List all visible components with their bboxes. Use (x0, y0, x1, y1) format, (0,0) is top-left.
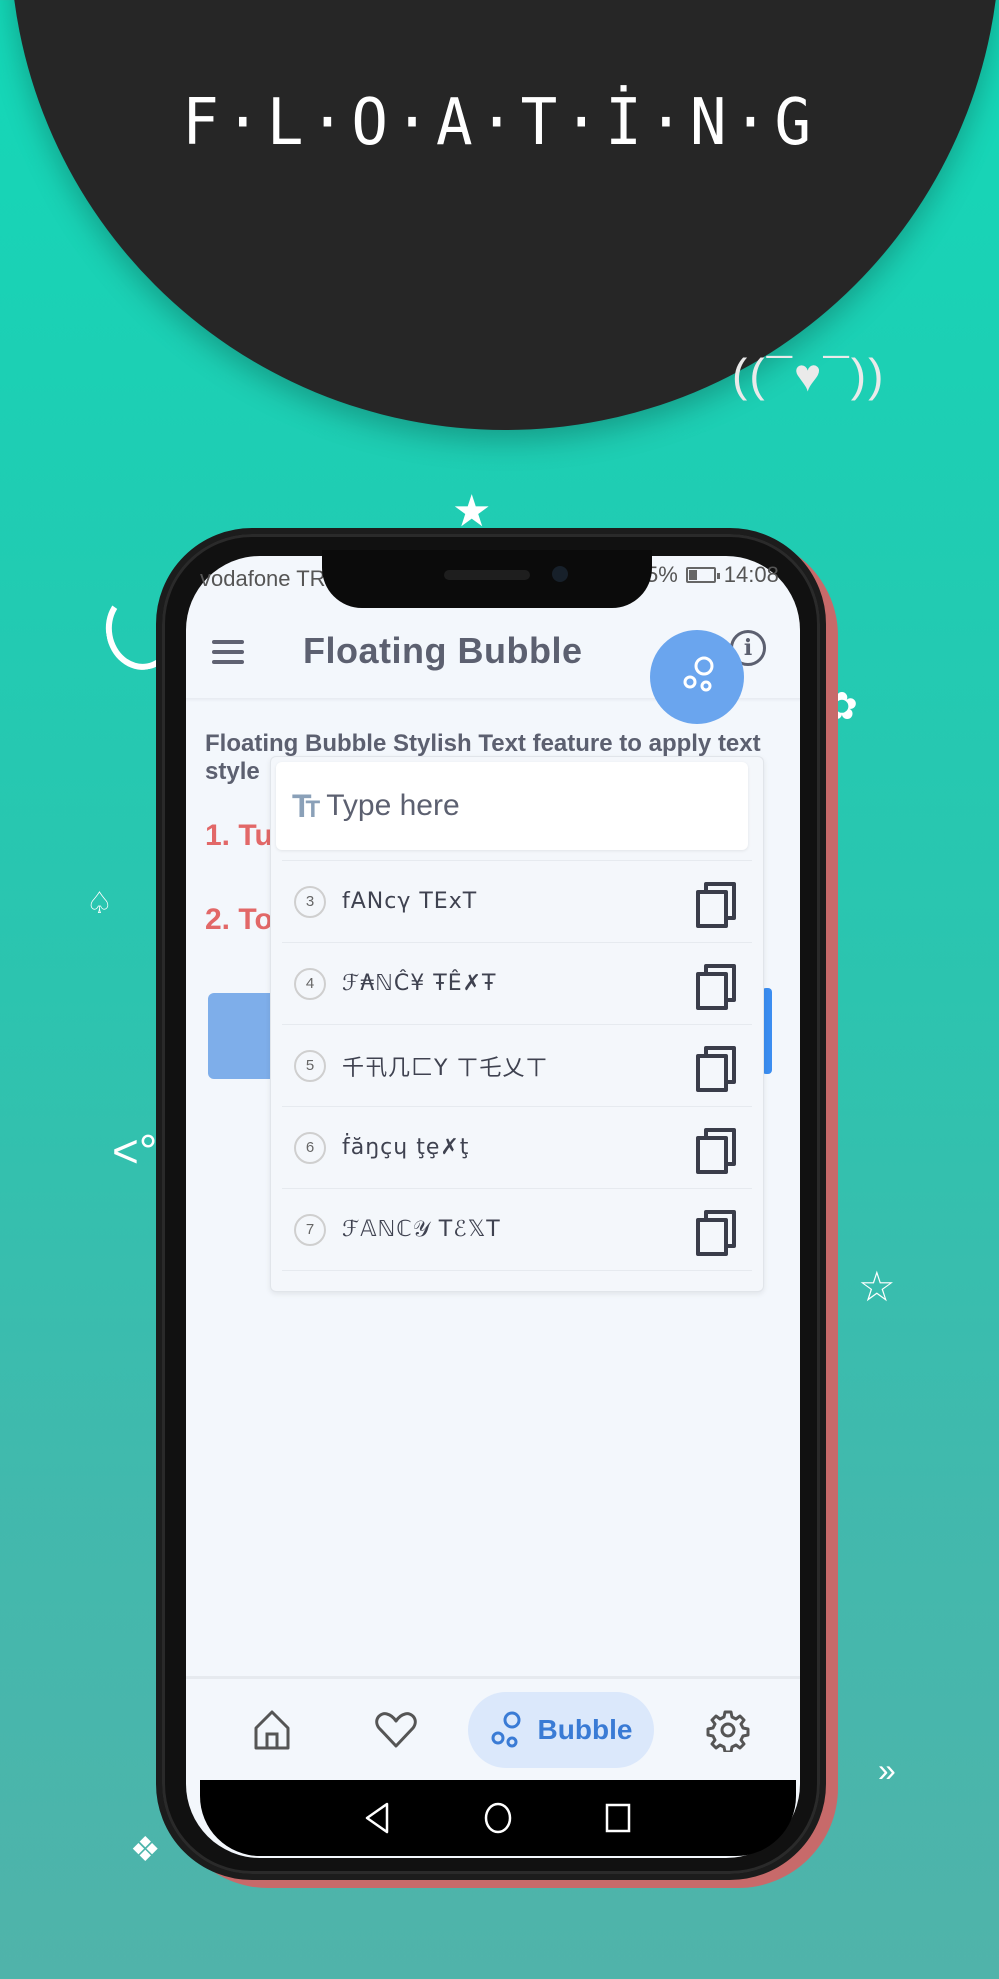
style-preview: fANcγ TExT (342, 889, 478, 914)
nav-settings[interactable] (698, 1692, 758, 1768)
style-row[interactable]: 3 fANcγ TExT (282, 860, 752, 942)
outline-star-icon: ☆ (858, 1263, 896, 1310)
style-preview: 千卂几匚Y ㄒ乇乂ㄒ (342, 1055, 549, 1081)
hero-title: F·L·O·A·T·İ·N·G (182, 86, 817, 160)
nav-favorites[interactable] (366, 1692, 426, 1768)
style-number: 6 (294, 1131, 326, 1164)
less-than-decoration: <° (112, 1125, 158, 1177)
nav-home[interactable] (242, 1692, 302, 1768)
style-preview: ḟăŋçɥ ţȩ✗ţ (342, 1135, 470, 1160)
nav-bubble[interactable]: Bubble (468, 1692, 654, 1768)
home-icon (254, 1710, 290, 1750)
style-number: 7 (294, 1213, 326, 1246)
style-row[interactable]: 5 千卂几匚Y ㄒ乇乂ㄒ (282, 1024, 752, 1106)
front-camera (552, 566, 568, 582)
style-preview: ℱ𝔸ℕℂ𝒴 Tℰ𝕏T (342, 1217, 501, 1242)
input-placeholder: Type here (326, 789, 460, 822)
status-right: 5% 14:08 (646, 562, 779, 588)
speaker-grille (444, 570, 530, 580)
style-row[interactable]: 4 ℱ₳ℕĈ¥ ŦÊ✗Ŧ (282, 942, 752, 1024)
hamburger-menu-icon[interactable] (212, 640, 244, 664)
clock: 14:08 (723, 562, 779, 587)
style-row[interactable]: 6 ḟăŋçɥ ţȩ✗ţ (282, 1106, 752, 1188)
home-circle-icon[interactable] (483, 1801, 513, 1835)
back-icon[interactable] (363, 1801, 393, 1835)
copy-icon[interactable] (696, 963, 736, 1010)
bottom-navigation: Bubble (186, 1680, 800, 1780)
copy-icon[interactable] (696, 1209, 736, 1256)
spade-icon: ♤ (86, 887, 113, 920)
recents-icon[interactable] (603, 1801, 633, 1835)
bottom-nav-divider (186, 1676, 800, 1679)
bubbles-icon (683, 656, 714, 692)
kaomoji-decoration: ((¯♥¯)) (732, 349, 886, 401)
copy-icon[interactable] (696, 1045, 736, 1092)
style-row[interactable]: 7 ℱ𝔸ℕℂ𝒴 Tℰ𝕏T (282, 1188, 752, 1270)
carrier-label: vodafone TR (200, 566, 326, 591)
copy-icon[interactable] (696, 1127, 736, 1174)
nav-bubble-label: Bubble (537, 1714, 633, 1745)
gear-icon (706, 1710, 750, 1752)
style-number: 4 (294, 967, 326, 1000)
bubbles-icon (491, 1711, 521, 1748)
battery-icon (685, 567, 720, 583)
app-title: Floating Bubble (303, 630, 583, 671)
diamonds-icon: ❖ (130, 1831, 161, 1869)
copy-icon[interactable] (696, 881, 736, 928)
style-number: 5 (294, 1049, 326, 1082)
style-preview: ℱ₳ℕĈ¥ ŦÊ✗Ŧ (342, 971, 497, 996)
floating-bubble-button[interactable] (650, 630, 744, 724)
heart-icon (375, 1712, 417, 1748)
action-button[interactable] (208, 993, 278, 1079)
style-row-partial (282, 1270, 752, 1290)
style-number: 3 (294, 885, 326, 918)
text-input[interactable]: TT Type here (276, 762, 748, 850)
double-chevron-icon: » (878, 1752, 896, 1788)
system-navigation-bar (200, 1780, 796, 1856)
style-list: 3 fANcγ TExT 4 ℱ₳ℕĈ¥ ŦÊ✗Ŧ 5 千卂几匚Y ㄒ乇乂ㄒ 6… (282, 860, 752, 1290)
text-format-icon: TT (292, 787, 320, 824)
